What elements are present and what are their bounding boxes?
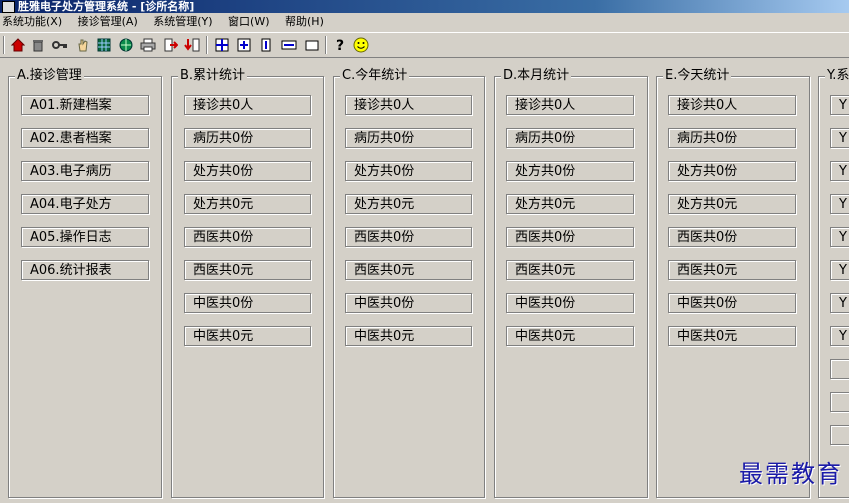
system-button[interactable]: Y [830,161,849,181]
stat-field: 中医共0元 [345,326,472,346]
group-title: D.本月统计 [501,68,572,84]
menu-window[interactable]: 窗口(W) [228,15,269,28]
hand-icon[interactable] [75,37,91,53]
title-bar: 胜雅电子处方管理系统 - [诊所名称] [0,0,849,13]
system-button[interactable]: Y [830,227,849,247]
group-cumulative: B.累计统计 接诊共0人 病历共0份 处方共0份 处方共0元 西医共0份 西医共… [171,68,324,498]
stat-field: 西医共0份 [345,227,472,247]
system-button[interactable]: Y [830,194,849,214]
stat-field: 中医共0份 [345,293,472,313]
stat-field: 中医共0份 [506,293,634,313]
stat-field: 中医共0元 [184,326,311,346]
stat-field: 中医共0份 [668,293,796,313]
system-button[interactable] [830,359,849,379]
system-button[interactable] [830,392,849,412]
emr-button[interactable]: A03.电子病历 [21,161,149,181]
stat-field: 接诊共0人 [668,95,796,115]
tile-icon[interactable] [214,37,230,53]
operation-log-button[interactable]: A05.操作日志 [21,227,149,247]
help-icon[interactable]: ? [332,37,348,53]
house-icon[interactable] [10,37,26,53]
stat-field: 处方共0份 [506,161,634,181]
stat-field: 处方共0元 [345,194,472,214]
stat-field: 处方共0元 [668,194,796,214]
vertical-icon[interactable] [258,37,274,53]
stat-field: 西医共0份 [184,227,311,247]
stat-field: 处方共0份 [184,161,311,181]
stat-field: 西医共0元 [184,260,311,280]
stat-field: 西医共0元 [506,260,634,280]
system-button[interactable]: Y [830,95,849,115]
svg-text:?: ? [336,38,344,53]
toolbar-separator [325,36,327,54]
down-arrow-icon[interactable] [184,37,200,53]
stats-report-button[interactable]: A06.统计报表 [21,260,149,280]
stat-field: 西医共0份 [506,227,634,247]
menu-reception[interactable]: 接诊管理(A) [78,15,138,28]
stat-field: 接诊共0人 [345,95,472,115]
stat-field: 中医共0份 [184,293,311,313]
stat-field: 中医共0元 [668,326,796,346]
stat-field: 西医共0份 [668,227,796,247]
patient-records-button[interactable]: A02.患者档案 [21,128,149,148]
e-prescription-button[interactable]: A04.电子处方 [21,194,149,214]
window-title: 胜雅电子处方管理系统 - [诊所名称] [18,0,195,13]
window-icon[interactable] [304,37,320,53]
system-button[interactable]: Y [830,326,849,346]
stat-field: 接诊共0人 [184,95,311,115]
stat-field: 西医共0元 [345,260,472,280]
horizontal-icon[interactable] [281,37,297,53]
stat-field: 病历共0份 [506,128,634,148]
stat-field: 接诊共0人 [506,95,634,115]
stat-field: 处方共0元 [184,194,311,214]
group-title: A.接诊管理 [15,68,84,84]
app-icon [2,1,15,13]
stat-field: 病历共0份 [184,128,311,148]
group-reception: A.接诊管理 A01.新建档案 A02.患者档案 A03.电子病历 A04.电子… [8,68,162,498]
toolbar-grip [3,36,5,54]
stat-field: 病历共0份 [345,128,472,148]
group-title: B.累计统计 [178,68,248,84]
trash-icon[interactable] [30,37,46,53]
key-icon[interactable] [52,37,68,53]
group-title: Y.系 [825,68,849,84]
system-button[interactable]: Y [830,293,849,313]
group-title: C.今年统计 [340,68,410,84]
stat-field: 处方共0元 [506,194,634,214]
menu-admin[interactable]: 系统管理(Y) [153,15,212,28]
menu-help[interactable]: 帮助(H) [285,15,324,28]
menu-system[interactable]: 系统功能(X) [2,15,62,28]
system-button[interactable]: Y [830,260,849,280]
exit-icon[interactable] [163,37,179,53]
stat-field: 西医共0元 [668,260,796,280]
group-title: E.今天统计 [663,68,732,84]
smiley-icon[interactable] [353,37,369,53]
stat-field: 病历共0份 [668,128,796,148]
grid-icon[interactable] [96,37,112,53]
group-system: Y.系 Y Y Y Y Y Y Y Y [818,68,849,498]
stat-field: 中医共0元 [506,326,634,346]
group-today: E.今天统计 接诊共0人 病历共0份 处方共0份 处方共0元 西医共0份 西医共… [656,68,810,498]
group-this-year: C.今年统计 接诊共0人 病历共0份 处方共0份 处方共0元 西医共0份 西医共… [333,68,485,498]
cascade-icon[interactable] [236,37,252,53]
globe-icon[interactable] [118,37,134,53]
menu-bar: 系统功能(X) 接诊管理(A) 系统管理(Y) 窗口(W) 帮助(H) [0,13,849,31]
group-this-month: D.本月统计 接诊共0人 病历共0份 处方共0份 处方共0元 西医共0份 西医共… [494,68,648,498]
stat-field: 处方共0份 [345,161,472,181]
toolbar-separator [206,36,208,54]
new-record-button[interactable]: A01.新建档案 [21,95,149,115]
toolbar: ? [0,32,849,58]
printer-icon[interactable] [140,37,156,53]
system-button[interactable] [830,425,849,445]
system-button[interactable]: Y [830,128,849,148]
stat-field: 处方共0份 [668,161,796,181]
watermark-text: 最需教育 [739,460,843,488]
